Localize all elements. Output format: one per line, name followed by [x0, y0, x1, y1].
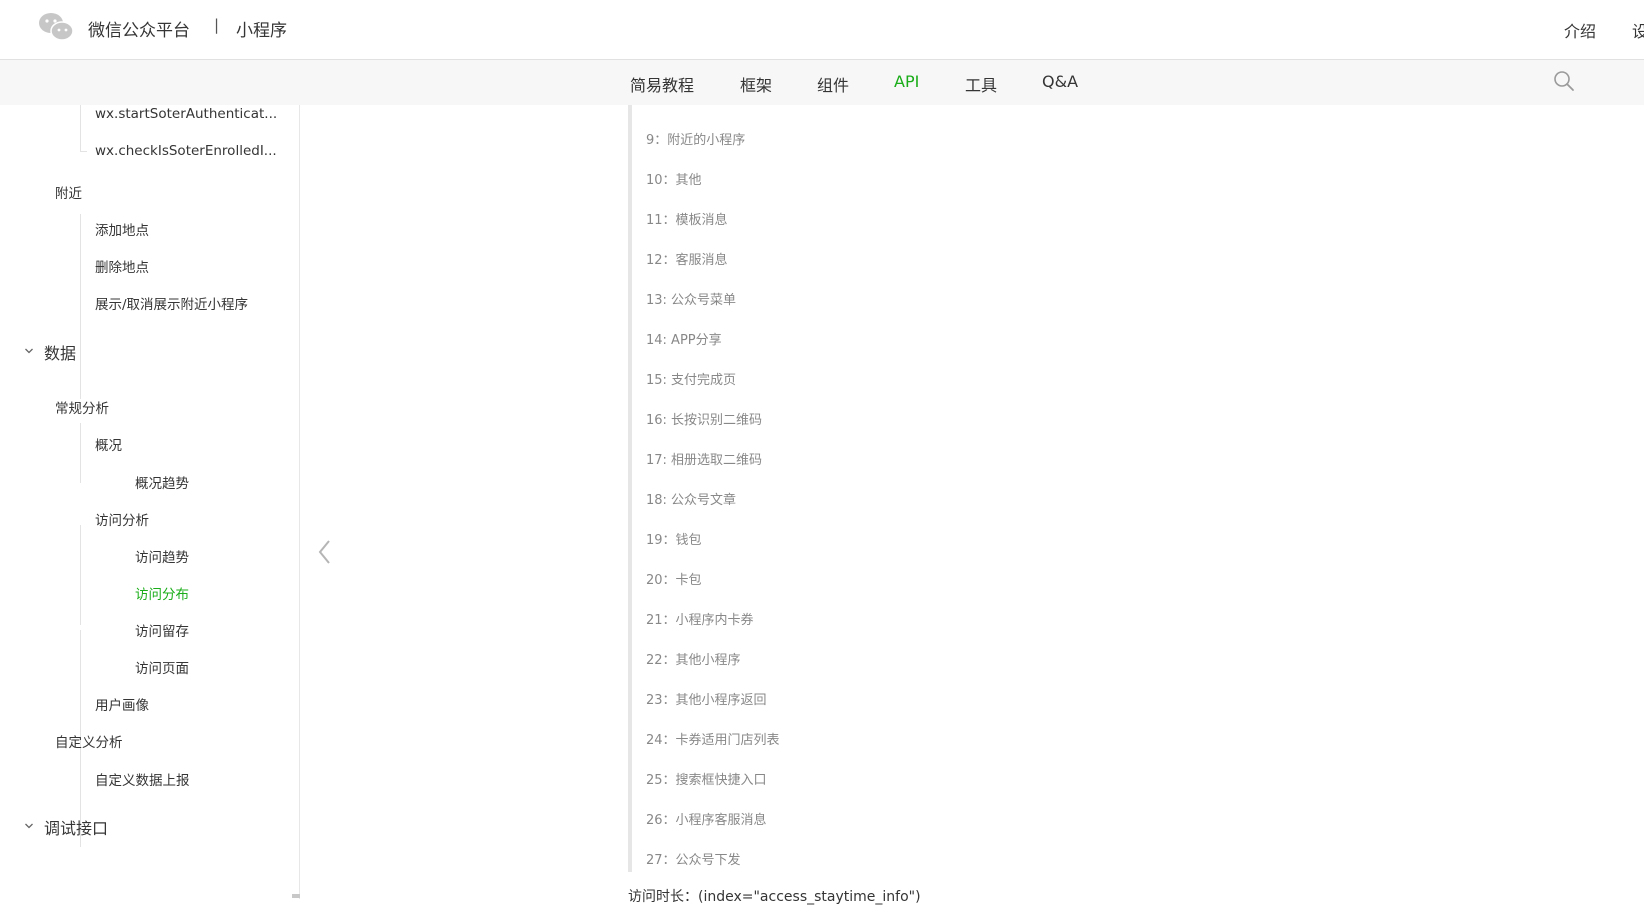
- content-line: 22：其他小程序: [646, 653, 741, 668]
- sidebar-item-check-soter-enrolled[interactable]: wx.checkIsSoterEnrolledI...: [95, 143, 277, 159]
- nav-api[interactable]: API: [894, 72, 919, 91]
- header-link-settings[interactable]: 设: [1632, 18, 1644, 42]
- chevron-left-icon[interactable]: [315, 538, 335, 566]
- product-title[interactable]: 小程序: [236, 16, 287, 41]
- nav-tutorial[interactable]: 简易教程: [630, 72, 694, 96]
- chevron-down-icon[interactable]: [24, 346, 34, 356]
- api-sidebar: wx.startSoterAuthenticat... wx.checkIsSo…: [0, 105, 300, 899]
- sidebar-item-visit-distribution[interactable]: 访问分布: [135, 583, 189, 603]
- sidebar-item-regular-analysis[interactable]: 常规分析: [55, 397, 109, 417]
- content-line: 18: 公众号文章: [646, 493, 737, 508]
- content-line: 23：其他小程序返回: [646, 693, 767, 708]
- content-line: 13: 公众号菜单: [646, 293, 737, 308]
- top-header: 微信公众平台 | 小程序 介绍 设: [0, 0, 1644, 60]
- nav-qa[interactable]: Q&A: [1042, 72, 1078, 91]
- wechat-logo-icon[interactable]: [38, 11, 74, 43]
- sidebar-item-visit-analysis[interactable]: 访问分析: [95, 509, 149, 529]
- tree-guide: [80, 525, 81, 625]
- header-link-intro[interactable]: 介绍: [1564, 18, 1596, 42]
- sidebar-item-show-nearby[interactable]: 展示/取消展示附近小程序: [95, 293, 248, 313]
- content-line: 14: APP分享: [646, 333, 722, 348]
- content-line: 21：小程序内卡券: [646, 613, 754, 628]
- sidebar-item-custom-analysis[interactable]: 自定义分析: [55, 731, 123, 751]
- section-heading-stay-time: 访问时长：(index="access_staytime_info"): [628, 889, 921, 905]
- content-line: 16: 长按识别二维码: [646, 413, 763, 428]
- content-line: 19：钱包: [646, 533, 702, 548]
- sidebar-item-visit-trend[interactable]: 访问趋势: [135, 546, 189, 566]
- chevron-down-icon[interactable]: [24, 821, 34, 831]
- tree-guide: [80, 423, 81, 483]
- title-separator: |: [214, 16, 220, 34]
- content-line: 24：卡券适用门店列表: [646, 733, 780, 748]
- main-nav: 简易教程 框架 组件 API 工具 Q&A: [0, 60, 1644, 105]
- content-line: 17: 相册选取二维码: [646, 453, 763, 468]
- sidebar-item-user-portrait[interactable]: 用户画像: [95, 694, 149, 714]
- sidebar-section-data[interactable]: 数据: [44, 340, 76, 364]
- sidebar-item-delete-location[interactable]: 删除地点: [95, 256, 149, 276]
- sidebar-item-visit-pages[interactable]: 访问页面: [135, 657, 189, 677]
- nav-components[interactable]: 组件: [817, 72, 849, 96]
- sidebar-item-visit-retention[interactable]: 访问留存: [135, 620, 189, 640]
- content-line: 25：搜索框快捷入口: [646, 773, 767, 788]
- sidebar-item-overview[interactable]: 概况: [95, 434, 122, 454]
- sidebar-item-custom-report[interactable]: 自定义数据上报: [95, 769, 190, 789]
- sidebar-item-add-location[interactable]: 添加地点: [95, 219, 149, 239]
- content-line: 15: 支付完成页: [646, 373, 737, 388]
- content-line: 9：附近的小程序: [646, 133, 746, 148]
- content-line: 10：其他: [646, 173, 702, 188]
- tree-guide: [80, 214, 81, 399]
- tree-guide: [80, 105, 81, 150]
- content-line: 20：卡包: [646, 573, 702, 588]
- sidebar-item-start-soter-auth[interactable]: wx.startSoterAuthenticat...: [95, 106, 277, 122]
- content-line: 26：小程序客服消息: [646, 813, 767, 828]
- sidebar-section-debug[interactable]: 调试接口: [44, 815, 108, 839]
- quote-bar: [628, 105, 632, 872]
- sidebar-resize-handle[interactable]: [292, 894, 300, 898]
- content-line: 12：客服消息: [646, 253, 728, 268]
- nav-framework[interactable]: 框架: [740, 72, 772, 96]
- sidebar-item-nearby[interactable]: 附近: [55, 182, 82, 202]
- platform-title[interactable]: 微信公众平台: [88, 16, 190, 41]
- tree-elbow: [80, 150, 87, 152]
- content-line: 27：公众号下发: [646, 853, 741, 868]
- sidebar-item-overview-trend[interactable]: 概况趋势: [135, 472, 189, 492]
- content-line: 11：模板消息: [646, 213, 728, 228]
- nav-tools[interactable]: 工具: [965, 72, 997, 96]
- search-icon[interactable]: [1553, 70, 1575, 92]
